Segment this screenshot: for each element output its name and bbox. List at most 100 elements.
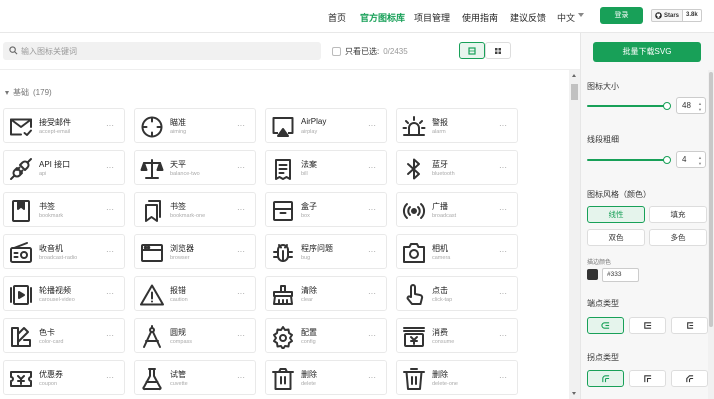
- only-selected-checkbox[interactable]: [332, 47, 341, 56]
- more-icon[interactable]: ···: [368, 247, 376, 256]
- panel-scroll-thumb[interactable]: [709, 72, 713, 327]
- icon-card[interactable]: 天平 balance-two ···: [134, 150, 256, 185]
- color-swatch[interactable]: [587, 269, 598, 280]
- icon-card[interactable]: 试管 cuvette ···: [134, 360, 256, 395]
- more-icon[interactable]: ···: [237, 247, 245, 256]
- more-icon[interactable]: ···: [237, 289, 245, 298]
- icon-card[interactable]: 蓝牙 bluetooth ···: [396, 150, 518, 185]
- icon-card[interactable]: 接受邮件 accept-email ···: [3, 108, 125, 143]
- login-button[interactable]: 登录: [600, 7, 643, 24]
- panel-scrollbar[interactable]: [708, 70, 714, 399]
- more-icon[interactable]: ···: [106, 289, 114, 298]
- more-icon[interactable]: ···: [499, 121, 507, 130]
- icon-card[interactable]: 点击 click-tap ···: [396, 276, 518, 311]
- icon-card[interactable]: 盒子 box ···: [265, 192, 387, 227]
- icon-card[interactable]: 法案 bill ···: [265, 150, 387, 185]
- linecap-square-button[interactable]: [671, 317, 708, 334]
- nav-home[interactable]: 首页: [328, 11, 346, 24]
- icon-card[interactable]: 书签 bookmark-one ···: [134, 192, 256, 227]
- size-slider[interactable]: [587, 102, 671, 110]
- nav-feedback[interactable]: 建议反馈: [510, 11, 546, 24]
- linecap-round-button[interactable]: [587, 317, 624, 334]
- more-icon[interactable]: ···: [106, 331, 114, 340]
- linejoin-miter-button[interactable]: [629, 370, 666, 387]
- more-icon[interactable]: ···: [499, 289, 507, 298]
- more-icon[interactable]: ···: [368, 121, 376, 130]
- more-icon[interactable]: ···: [106, 247, 114, 256]
- nav-guide[interactable]: 使用指南: [462, 11, 498, 24]
- icon-card[interactable]: 配置 config ···: [265, 318, 387, 353]
- scroll-thumb[interactable]: [571, 84, 578, 100]
- linecap-butt-button[interactable]: [629, 317, 666, 334]
- linejoin-bevel-button[interactable]: [671, 370, 708, 387]
- more-icon[interactable]: ···: [499, 373, 507, 382]
- icon-card[interactable]: 轮播视频 carousel-video ···: [3, 276, 125, 311]
- icon-card[interactable]: 删除 delete ···: [265, 360, 387, 395]
- icon-card[interactable]: 广播 broadcast ···: [396, 192, 518, 227]
- style-outline-button[interactable]: 线性: [587, 206, 645, 223]
- icon-card[interactable]: 色卡 color-card ···: [3, 318, 125, 353]
- batch-download-button[interactable]: 批量下载SVG: [593, 42, 701, 62]
- stroke-width-input[interactable]: 4 ▲ ▼: [676, 151, 706, 168]
- icon-card[interactable]: 收音机 broadcast-radio ···: [3, 234, 125, 269]
- more-icon[interactable]: ···: [106, 121, 114, 130]
- icon-card[interactable]: 清除 clear ···: [265, 276, 387, 311]
- more-icon[interactable]: ···: [106, 373, 114, 382]
- more-icon[interactable]: ···: [237, 331, 245, 340]
- icon-card[interactable]: 相机 camera ···: [396, 234, 518, 269]
- size-input[interactable]: 48 ▲ ▼: [676, 97, 706, 114]
- only-selected-toggle[interactable]: 只看已选: 0/2435: [332, 46, 408, 57]
- size-slider-knob[interactable]: [663, 102, 671, 110]
- style-two-tone-button[interactable]: 双色: [587, 229, 645, 246]
- icon-card[interactable]: API 接口 api ···: [3, 150, 125, 185]
- more-icon[interactable]: ···: [499, 163, 507, 172]
- increment-icon[interactable]: ▲: [698, 155, 702, 160]
- more-icon[interactable]: ···: [237, 205, 245, 214]
- nav-official-icons[interactable]: 官方图标库: [360, 11, 405, 24]
- collapse-icon[interactable]: [5, 90, 9, 95]
- icon-card[interactable]: 瞄准 aiming ···: [134, 108, 256, 143]
- more-icon[interactable]: ···: [106, 163, 114, 172]
- more-icon[interactable]: ···: [368, 331, 376, 340]
- icon-card[interactable]: 书签 bookmark ···: [3, 192, 125, 227]
- category-header[interactable]: 基础 (179): [5, 87, 52, 98]
- scroll-up-icon[interactable]: [572, 74, 576, 77]
- decrement-icon[interactable]: ▼: [698, 161, 702, 166]
- stroke-slider-knob[interactable]: [663, 156, 671, 164]
- icon-card[interactable]: 消费 consume ···: [396, 318, 518, 353]
- stroke-color-input[interactable]: #333: [602, 268, 639, 282]
- more-icon[interactable]: ···: [368, 373, 376, 382]
- search-input[interactable]: [21, 45, 311, 57]
- stroke-width-slider[interactable]: [587, 156, 671, 164]
- icon-card[interactable]: 删除 delete-one ···: [396, 360, 518, 395]
- icon-card[interactable]: 浏览器 browser ···: [134, 234, 256, 269]
- more-icon[interactable]: ···: [106, 205, 114, 214]
- increment-icon[interactable]: ▲: [698, 101, 702, 106]
- icon-card[interactable]: 圆规 compass ···: [134, 318, 256, 353]
- icon-card[interactable]: 警报 alarm ···: [396, 108, 518, 143]
- more-icon[interactable]: ···: [237, 121, 245, 130]
- linejoin-round-button[interactable]: [587, 370, 624, 387]
- icon-card[interactable]: 报错 caution ···: [134, 276, 256, 311]
- icon-card[interactable]: 程序问题 bug ···: [265, 234, 387, 269]
- more-icon[interactable]: ···: [237, 163, 245, 172]
- nav-projects[interactable]: 项目管理: [414, 11, 450, 24]
- view-small-button[interactable]: [485, 42, 511, 59]
- more-icon[interactable]: ···: [237, 373, 245, 382]
- language-select[interactable]: 中文: [557, 11, 575, 24]
- icon-card[interactable]: AirPlay airplay ···: [265, 108, 387, 143]
- scroll-down-icon[interactable]: [572, 392, 576, 395]
- github-stars-button[interactable]: Stars 3.8k: [651, 9, 702, 22]
- style-filled-button[interactable]: 填充: [649, 206, 707, 223]
- more-icon[interactable]: ···: [499, 247, 507, 256]
- chevron-down-icon[interactable]: [578, 13, 584, 17]
- more-icon[interactable]: ···: [368, 289, 376, 298]
- decrement-icon[interactable]: ▼: [698, 107, 702, 112]
- main-scrollbar[interactable]: [569, 70, 580, 399]
- more-icon[interactable]: ···: [368, 205, 376, 214]
- more-icon[interactable]: ···: [368, 163, 376, 172]
- icon-card[interactable]: 优惠券 coupon ···: [3, 360, 125, 395]
- style-multi-color-button[interactable]: 多色: [649, 229, 707, 246]
- more-icon[interactable]: ···: [499, 205, 507, 214]
- more-icon[interactable]: ···: [499, 331, 507, 340]
